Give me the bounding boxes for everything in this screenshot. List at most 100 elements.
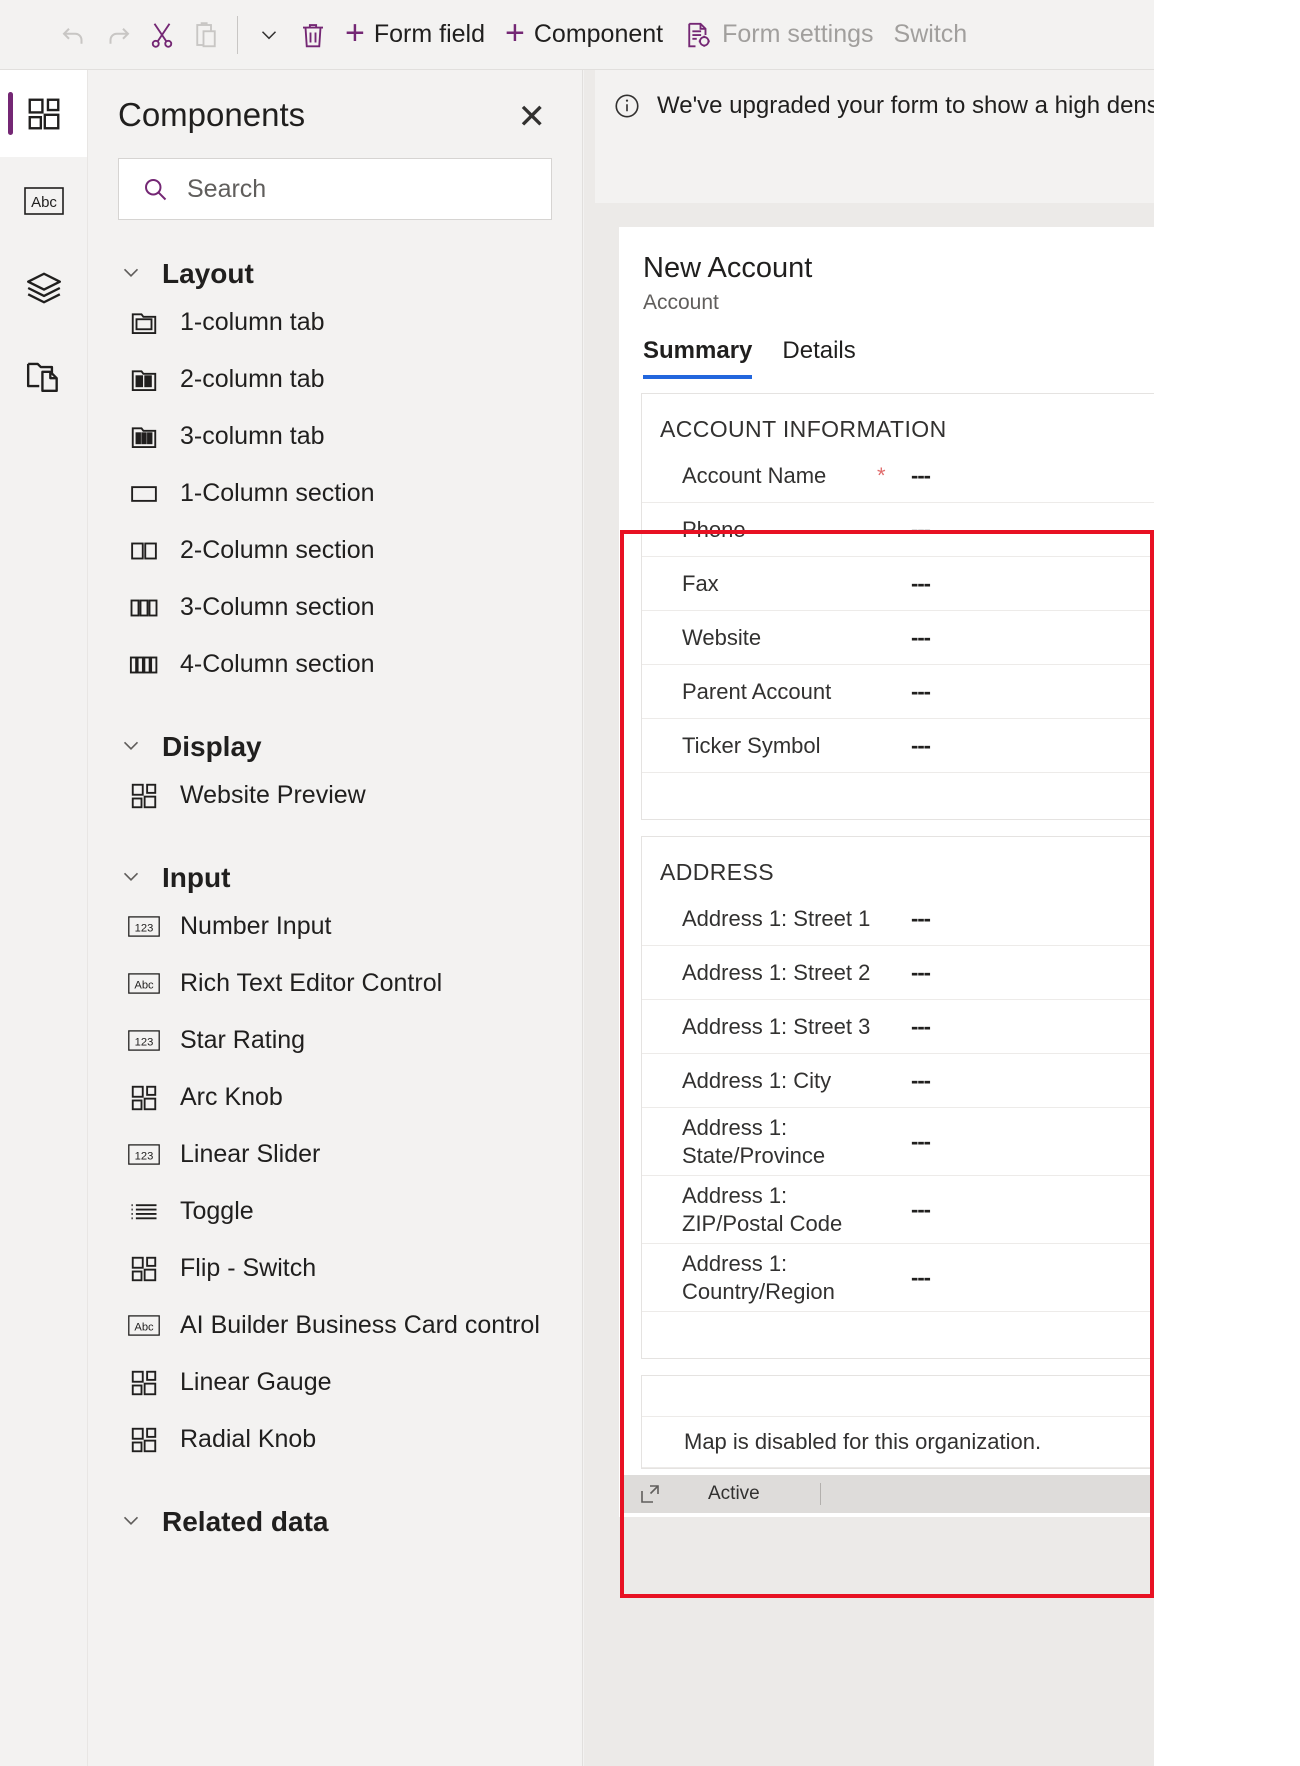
form-field-row[interactable]: Fax --- bbox=[642, 557, 1154, 611]
list-item[interactable]: 2-column tab bbox=[88, 351, 582, 408]
switch-button[interactable]: Switch bbox=[884, 13, 978, 57]
form-settings-button[interactable]: Form settings bbox=[673, 13, 883, 57]
group-header-layout[interactable]: Layout bbox=[88, 254, 582, 294]
list-item[interactable]: Toggle bbox=[88, 1183, 582, 1240]
popout-icon[interactable] bbox=[638, 1482, 662, 1506]
svg-text:123: 123 bbox=[135, 1150, 154, 1162]
close-icon[interactable]: ✕ bbox=[512, 96, 553, 138]
field-value: --- bbox=[911, 462, 931, 488]
field-label: Ticker Symbol bbox=[682, 732, 821, 758]
list-item[interactable]: Radial Knob bbox=[88, 1411, 582, 1468]
section-2col-icon bbox=[128, 535, 160, 567]
form-field-row[interactable]: Website --- bbox=[642, 611, 1154, 665]
sidebar-item-components[interactable] bbox=[0, 70, 87, 157]
paste-button[interactable] bbox=[184, 13, 228, 57]
sidebar-item-templates[interactable] bbox=[0, 331, 87, 418]
search-icon bbox=[141, 175, 169, 203]
form-field-row[interactable]: Address 1: ZIP/Postal Code --- bbox=[642, 1176, 1154, 1244]
list-item[interactable]: Abc AI Builder Business Card control bbox=[88, 1297, 582, 1354]
cut-button[interactable] bbox=[140, 13, 184, 57]
group-header-display[interactable]: Display bbox=[88, 727, 582, 767]
list-item[interactable]: 1-Column section bbox=[88, 465, 582, 522]
tab-summary[interactable]: Summary bbox=[643, 337, 753, 379]
list-item[interactable]: 1-column tab bbox=[88, 294, 582, 351]
list-item[interactable]: 123 Number Input bbox=[88, 898, 582, 955]
list-item-label: 1-column tab bbox=[180, 308, 325, 336]
undo-button[interactable] bbox=[52, 13, 96, 57]
form-field-row[interactable]: Phone --- bbox=[642, 503, 1154, 557]
field-value: --- bbox=[911, 1067, 931, 1093]
field-label: Address 1: Country/Region bbox=[682, 1251, 835, 1304]
list-item-label: AI Builder Business Card control bbox=[180, 1311, 540, 1339]
form-preview-card: New Account Account Summary Details ACCO… bbox=[619, 227, 1154, 1598]
list-item[interactable]: 2-Column section bbox=[88, 522, 582, 579]
list-item-label: 1-Column section bbox=[180, 479, 375, 507]
panel-header: Components ✕ bbox=[88, 70, 582, 138]
list-item[interactable]: 123 Star Rating bbox=[88, 1012, 582, 1069]
page-title: Components bbox=[118, 96, 306, 133]
form-field-label: Form field bbox=[373, 20, 485, 48]
abc-icon: Abc bbox=[128, 968, 160, 1000]
field-label: Address 1: Street 3 bbox=[682, 1013, 871, 1039]
form-field-row[interactable]: Address 1: Street 3 --- bbox=[642, 1000, 1154, 1054]
form-field-row[interactable]: Ticker Symbol --- bbox=[642, 719, 1154, 773]
list-item-label: Radial Knob bbox=[180, 1425, 317, 1453]
form-section[interactable]: ADDRESS Address 1: Street 1 --- Address 1: … bbox=[641, 836, 1154, 1359]
delete-button[interactable] bbox=[291, 13, 335, 57]
form-field-row[interactable]: Address 1: Street 1 --- bbox=[642, 892, 1154, 946]
list-item[interactable]: 3-Column section bbox=[88, 579, 582, 636]
components-panel: Components ✕ Search Layout 1-column tab 2-… bbox=[88, 70, 583, 1766]
map-disabled-message: Map is disabled for this organization. bbox=[642, 1416, 1154, 1468]
list-icon bbox=[128, 1196, 160, 1228]
list-item[interactable]: 123 Linear Slider bbox=[88, 1126, 582, 1183]
list-item[interactable]: Website Preview bbox=[88, 767, 582, 824]
status-divider bbox=[819, 1483, 821, 1505]
svg-text:Abc: Abc bbox=[134, 979, 154, 991]
list-item[interactable]: 4-Column section bbox=[88, 636, 582, 693]
sidebar-item-layers[interactable] bbox=[0, 244, 87, 331]
add-form-field-button[interactable]: + Form field bbox=[335, 13, 495, 57]
group-label: Related data bbox=[162, 1506, 329, 1537]
list-item-label: 2-Column section bbox=[180, 536, 375, 564]
svg-text:123: 123 bbox=[135, 1036, 154, 1048]
search-placeholder: Search bbox=[187, 174, 267, 203]
field-label: Website bbox=[682, 624, 762, 650]
add-component-button[interactable]: + Component bbox=[495, 13, 673, 57]
toolbar-divider bbox=[237, 15, 238, 54]
field-label: Address 1: ZIP/Postal Code bbox=[682, 1183, 843, 1236]
list-item-label: Star Rating bbox=[180, 1026, 306, 1054]
overflow-chevron-button[interactable] bbox=[247, 13, 291, 57]
tab-details[interactable]: Details bbox=[782, 337, 855, 379]
field-value: --- bbox=[911, 1128, 931, 1154]
section-1col-icon bbox=[128, 478, 160, 510]
list-item[interactable]: Arc Knob bbox=[88, 1069, 582, 1126]
sidebar-item-fields[interactable]: Abc bbox=[0, 157, 87, 244]
form-field-row[interactable]: Address 1: City --- bbox=[642, 1054, 1154, 1108]
list-item-label: Arc Knob bbox=[180, 1083, 283, 1111]
field-value: --- bbox=[911, 1013, 931, 1039]
required-indicator: * bbox=[877, 462, 886, 488]
redo-button[interactable] bbox=[96, 13, 140, 57]
form-field-row[interactable]: Account Name * --- bbox=[642, 449, 1154, 503]
number-123-icon: 123 bbox=[128, 1025, 160, 1057]
list-item[interactable]: Flip - Switch bbox=[88, 1240, 582, 1297]
form-sections: ACCOUNT INFORMATION Account Name * --- Phone… bbox=[641, 393, 1154, 1359]
form-field-row[interactable]: Address 1: Street 2 --- bbox=[642, 946, 1154, 1000]
form-field-row[interactable]: Parent Account --- bbox=[642, 665, 1154, 719]
list-item[interactable]: 3-column tab bbox=[88, 408, 582, 465]
form-title: New Account bbox=[643, 252, 813, 284]
search-area: Search bbox=[88, 138, 582, 220]
field-label: Address 1: City bbox=[682, 1067, 832, 1093]
search-input[interactable]: Search bbox=[118, 158, 552, 220]
list-item-label: Flip - Switch bbox=[180, 1254, 317, 1282]
group-header-related-data[interactable]: Related data bbox=[88, 1502, 582, 1542]
list-item-label: Linear Gauge bbox=[180, 1368, 332, 1396]
list-item[interactable]: Abc Rich Text Editor Control bbox=[88, 955, 582, 1012]
form-field-row[interactable]: Address 1: State/Province --- bbox=[642, 1108, 1154, 1176]
list-item[interactable]: Linear Gauge bbox=[88, 1354, 582, 1411]
form-field-row[interactable]: Address 1: Country/Region --- bbox=[642, 1244, 1154, 1312]
group-header-input[interactable]: Input bbox=[88, 858, 582, 898]
form-subtitle: Account bbox=[643, 291, 719, 314]
form-section[interactable]: ACCOUNT INFORMATION Account Name * --- Phone… bbox=[641, 393, 1154, 820]
chevron-down-icon bbox=[118, 259, 144, 290]
